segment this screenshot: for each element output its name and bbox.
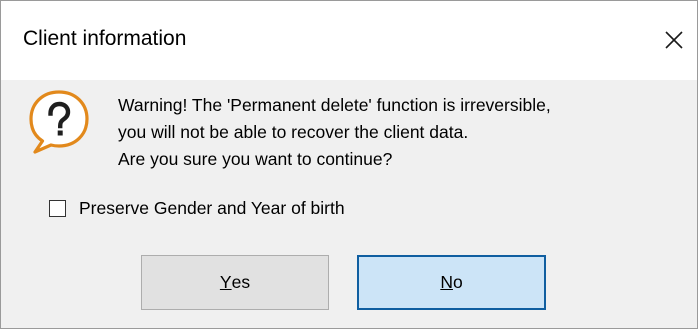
close-button[interactable]: [651, 1, 697, 79]
dialog-title: Client information: [23, 27, 187, 50]
no-label-rest: o: [452, 272, 463, 292]
preserve-checkbox-label[interactable]: Preserve Gender and Year of birth: [79, 198, 345, 219]
client-information-dialog: Client information Warning! The 'Permane…: [0, 0, 698, 329]
preserve-checkbox[interactable]: [49, 199, 66, 217]
yes-button[interactable]: Yes: [141, 255, 329, 310]
yes-label-rest: es: [231, 272, 251, 292]
close-icon: [665, 31, 683, 49]
yes-mnemonic: Y: [219, 272, 232, 292]
question-icon: [29, 90, 89, 154]
message-line: Warning! The 'Permanent delete' function…: [118, 95, 551, 115]
warning-message: Warning! The 'Permanent delete' function…: [118, 92, 551, 173]
message-line: you will not be able to recover the clie…: [118, 122, 469, 142]
message-area: Warning! The 'Permanent delete' function…: [19, 85, 671, 181]
title-bar: Client information: [1, 1, 697, 80]
no-button[interactable]: No: [357, 255, 546, 310]
message-line: Are you sure you want to continue?: [118, 149, 393, 169]
preserve-gender-year-option[interactable]: Preserve Gender and Year of birth: [49, 195, 345, 221]
no-mnemonic: N: [440, 272, 453, 292]
